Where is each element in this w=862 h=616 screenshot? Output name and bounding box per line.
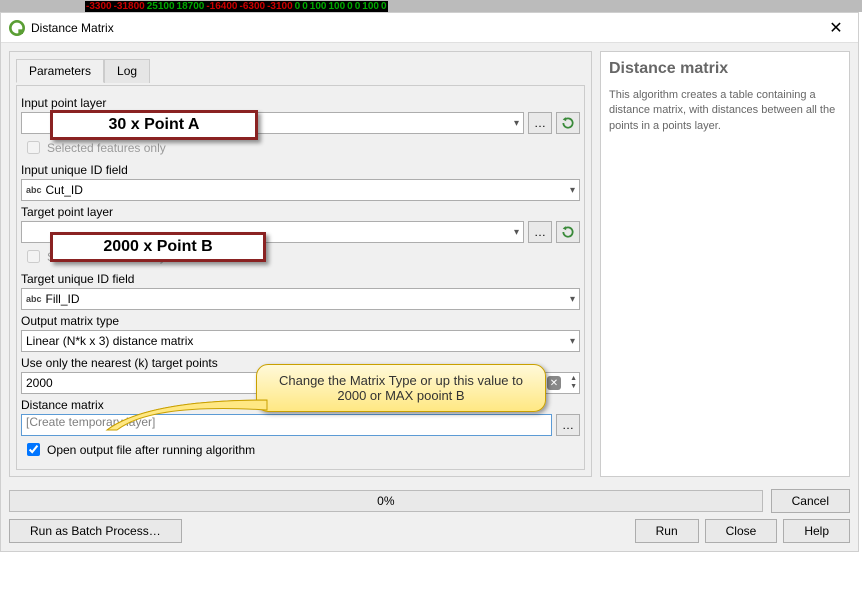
- annotation-callout: Change the Matrix Type or up this value …: [256, 364, 546, 412]
- input-selected-only-checkbox: [27, 141, 40, 154]
- distance-matrix-browse-button[interactable]: …: [556, 414, 580, 436]
- target-id-combo[interactable]: abcFill_ID: [21, 288, 580, 310]
- parameters-panel: Input point layer … Selected features on…: [16, 85, 585, 470]
- help-description: This algorithm creates a table containin…: [609, 88, 841, 134]
- target-layer-browse-button[interactable]: …: [528, 221, 552, 243]
- input-layer-iterate-button[interactable]: [556, 112, 580, 134]
- titlebar[interactable]: Distance Matrix ✕: [1, 13, 858, 43]
- distance-matrix-input[interactable]: [Create temporary layer]: [21, 414, 552, 436]
- open-output-label: Open output file after running algorithm: [47, 443, 255, 457]
- close-icon[interactable]: ✕: [822, 18, 850, 38]
- left-panel: Parameters Log Input point layer … Selec…: [9, 51, 592, 477]
- label-input-layer: Input point layer: [21, 96, 580, 110]
- close-button[interactable]: Close: [705, 519, 778, 543]
- label-input-id: Input unique ID field: [21, 163, 580, 177]
- callout-tail-icon: [107, 395, 267, 435]
- run-button[interactable]: Run: [635, 519, 699, 543]
- input-layer-browse-button[interactable]: …: [528, 112, 552, 134]
- matrix-type-combo[interactable]: Linear (N*k x 3) distance matrix: [21, 330, 580, 352]
- open-output-check: Open output file after running algorithm: [23, 440, 580, 459]
- input-selected-only-label: Selected features only: [47, 141, 166, 155]
- progress-bar: 0%: [9, 490, 763, 512]
- label-target-layer: Target point layer: [21, 205, 580, 219]
- help-panel: Distance matrix This algorithm creates a…: [600, 51, 850, 477]
- tab-bar: Parameters Log: [16, 59, 585, 83]
- qgis-icon: [9, 20, 25, 36]
- input-selected-only-check: Selected features only: [23, 138, 580, 157]
- cancel-button[interactable]: Cancel: [771, 489, 850, 513]
- nearest-k-clear-icon[interactable]: ✕: [547, 376, 561, 390]
- annotation-red-box-a: 30 x Point A: [50, 110, 258, 140]
- target-layer-iterate-button[interactable]: [556, 221, 580, 243]
- tab-parameters[interactable]: Parameters: [16, 59, 104, 83]
- window-title: Distance Matrix: [31, 21, 822, 35]
- nearest-k-spin-icon[interactable]: ▲▼: [570, 375, 577, 391]
- bottom-bar: 0% Cancel Run as Batch Process… Run Clos…: [1, 485, 858, 551]
- tab-log[interactable]: Log: [104, 59, 150, 83]
- help-heading: Distance matrix: [609, 60, 841, 78]
- label-target-id: Target unique ID field: [21, 272, 580, 286]
- dialog-window: Distance Matrix ✕ Parameters Log Input p…: [0, 12, 859, 552]
- target-selected-only-checkbox: [27, 250, 40, 263]
- input-id-combo[interactable]: abcCut_ID: [21, 179, 580, 201]
- annotation-red-box-b: 2000 x Point B: [50, 232, 266, 262]
- label-matrix-type: Output matrix type: [21, 314, 580, 328]
- help-button[interactable]: Help: [783, 519, 850, 543]
- background-strip: -3300-318002510018700-16400-6300-3100001…: [0, 0, 862, 12]
- run-batch-button[interactable]: Run as Batch Process…: [9, 519, 182, 543]
- open-output-checkbox[interactable]: [27, 443, 40, 456]
